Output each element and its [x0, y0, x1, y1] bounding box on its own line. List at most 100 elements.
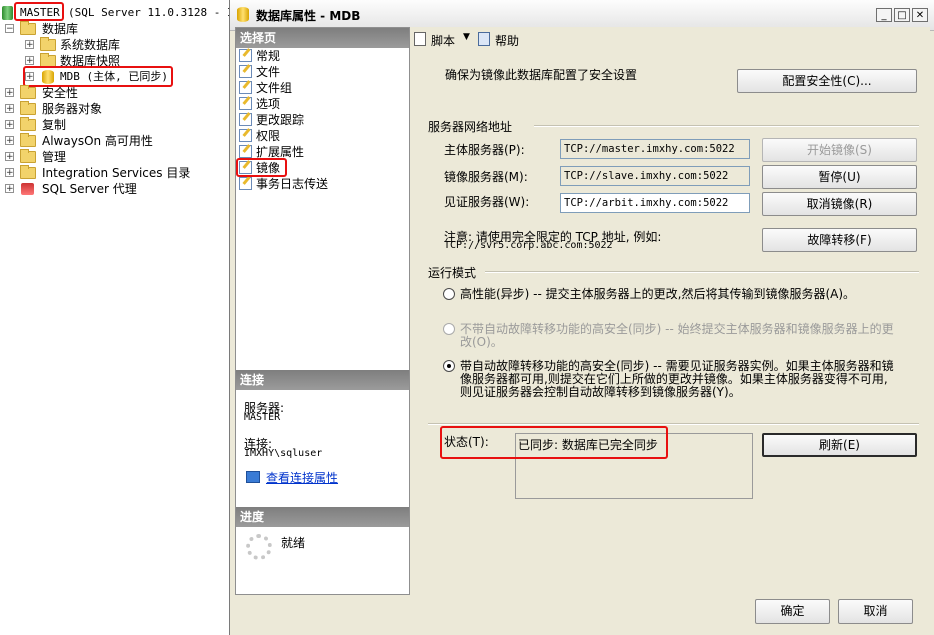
expand-icon[interactable]: + — [25, 40, 34, 50]
section-divider — [534, 125, 919, 127]
remove-mirroring-button[interactable]: 取消镜像(R) — [762, 192, 917, 216]
status-highlight-box — [440, 426, 668, 459]
folder-icon — [20, 85, 36, 99]
principal-server-field[interactable]: TCP://master.imxhy.com:5022 — [560, 139, 750, 159]
tree-label: 服务器对象 — [42, 102, 103, 116]
principal-server-label: 主体服务器(P): — [444, 143, 525, 157]
folder-icon — [20, 117, 36, 131]
page-icon — [239, 97, 252, 110]
select-page-header: 选择页 — [236, 28, 409, 48]
mdb-highlight-box — [23, 66, 173, 87]
witness-server-label: 见证服务器(W): — [444, 195, 530, 209]
script-button[interactable]: 脚本 — [431, 32, 455, 49]
page-label: 权限 — [256, 129, 281, 143]
connection-header: 连接 — [236, 370, 409, 390]
high-safety-no-failover-radio[interactable] — [443, 323, 455, 335]
page-item-permissions[interactable]: 权限 — [239, 128, 280, 144]
page-label: 更改跟踪 — [256, 113, 305, 127]
connection-value: IMXHY\sqluser — [244, 448, 323, 459]
toolbar: 脚本 ▼ 帮助 — [410, 27, 930, 51]
failover-button[interactable]: 故障转移(F) — [762, 228, 917, 252]
connection-properties-icon — [246, 471, 260, 483]
page-label: 文件 — [256, 65, 281, 79]
minimize-button[interactable]: _ — [876, 8, 892, 22]
mirror-server-label: 镜像服务器(M): — [444, 170, 528, 184]
mirror-server-field[interactable]: TCP://slave.imxhy.com:5022 — [560, 166, 750, 186]
page-item-options[interactable]: 选项 — [239, 96, 280, 112]
help-button[interactable]: 帮助 — [495, 32, 519, 49]
page-icon — [239, 81, 252, 94]
operating-mode-header: 运行模式 — [428, 266, 477, 280]
network-section-header: 服务器网络地址 — [428, 120, 513, 134]
left-pane: 选择页 常规 文件 文件组 选项 更改跟踪 权限 扩展属性 镜像 事务日志传送 … — [235, 27, 410, 595]
witness-server-field[interactable]: TCP://arbit.imxhy.com:5022 — [560, 193, 750, 213]
folder-icon — [20, 101, 36, 115]
start-mirroring-button[interactable]: 开始镜像(S) — [762, 138, 917, 162]
tree-label: SQL Server 代理 — [42, 182, 137, 196]
high-performance-radio[interactable] — [443, 288, 455, 300]
database-properties-dialog: 数据库属性 - MDB _ □ ✕ 选择页 常规 文件 文件组 选项 更改跟踪 … — [229, 0, 934, 635]
high-safety-auto-failover-radio[interactable] — [443, 360, 455, 372]
refresh-button[interactable]: 刷新(E) — [762, 433, 917, 457]
page-item-filegroups[interactable]: 文件组 — [239, 80, 292, 96]
folder-icon — [40, 37, 56, 51]
tree-label: 复制 — [42, 118, 67, 132]
progress-status: 就绪 — [281, 536, 306, 550]
folder-icon — [20, 133, 36, 147]
expand-icon[interactable]: + — [5, 136, 14, 146]
page-label: 选项 — [256, 97, 281, 111]
expand-icon[interactable]: + — [5, 168, 14, 178]
server-icon — [2, 6, 13, 20]
high-performance-label: 高性能(异步) -- 提交主体服务器上的更改,然后将其传输到镜像服务器(A)。 — [460, 287, 856, 301]
configure-security-button[interactable]: 配置安全性(C)... — [737, 69, 917, 93]
object-explorer: MASTER (SQL Server 11.0.3128 - IMX − 数据库… — [0, 0, 247, 635]
progress-header: 进度 — [236, 507, 409, 527]
tree-label: 系统数据库 — [60, 38, 121, 52]
page-item-general[interactable]: 常规 — [239, 48, 280, 64]
server-info: (SQL Server 11.0.3128 - IMX — [68, 6, 247, 19]
expand-icon[interactable]: + — [5, 120, 14, 130]
section-divider — [428, 423, 919, 425]
expand-icon[interactable]: + — [5, 104, 14, 114]
progress-spinner-icon — [246, 534, 272, 560]
page-icon — [239, 49, 252, 62]
page-icon — [239, 113, 252, 126]
tree-label: AlwaysOn 高可用性 — [42, 134, 153, 148]
collapse-icon[interactable]: − — [5, 24, 14, 34]
ok-button[interactable]: 确定 — [755, 599, 830, 624]
close-button[interactable]: ✕ — [912, 8, 928, 22]
high-safety-line-1: 不带自动故障转移功能的高安全(同步) -- 始终提交主体服务器和镜像服务器上的更 — [460, 322, 894, 336]
expand-icon[interactable]: + — [5, 88, 14, 98]
page-item-log-shipping[interactable]: 事务日志传送 — [239, 176, 328, 192]
server-highlight-box — [14, 2, 64, 21]
cancel-button[interactable]: 取消 — [838, 599, 913, 624]
page-label: 文件组 — [256, 81, 293, 95]
page-icon — [239, 65, 252, 78]
chevron-down-icon[interactable]: ▼ — [463, 32, 470, 42]
expand-icon[interactable]: + — [25, 56, 34, 66]
auto-failover-line-3: 则见证服务器会控制自动故障转移到镜像服务器(Y)。 — [460, 385, 741, 399]
page-item-change-tracking[interactable]: 更改跟踪 — [239, 112, 304, 128]
database-icon — [237, 7, 249, 22]
maximize-button[interactable]: □ — [894, 8, 910, 22]
tree-label: 安全性 — [42, 86, 79, 100]
server-value: MASTER — [244, 412, 281, 423]
folder-icon — [20, 165, 36, 179]
dialog-title: 数据库属性 - MDB — [256, 9, 361, 23]
page-item-files[interactable]: 文件 — [239, 64, 280, 80]
main-pane: 脚本 ▼ 帮助 确保为镜像此数据库配置了安全设置 配置安全性(C)... 服务器… — [410, 27, 930, 595]
help-icon — [478, 32, 490, 46]
page-label: 事务日志传送 — [256, 177, 329, 191]
note-line-2: TCP://svr5.corp.abc.com:5022 — [444, 240, 613, 251]
script-icon — [414, 32, 426, 46]
page-icon — [239, 177, 252, 190]
folder-icon — [20, 149, 36, 163]
tree-label: 管理 — [42, 150, 67, 164]
agent-icon — [21, 183, 34, 195]
pause-button[interactable]: 暂停(U) — [762, 165, 917, 189]
high-safety-line-2: 改(O)。 — [460, 335, 503, 349]
expand-icon[interactable]: + — [5, 152, 14, 162]
page-icon — [239, 129, 252, 142]
expand-icon[interactable]: + — [5, 184, 14, 194]
view-connection-properties-link[interactable]: 查看连接属性 — [266, 469, 338, 486]
